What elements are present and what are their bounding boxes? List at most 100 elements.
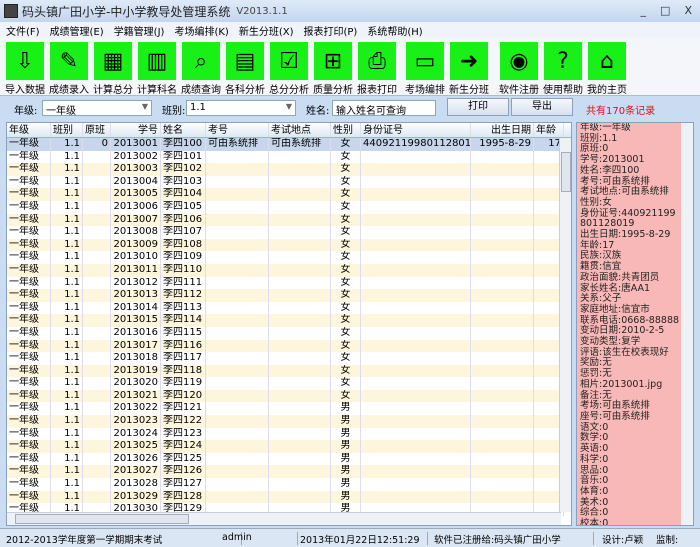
table-cell: 2013025: [111, 440, 161, 453]
toolbar-button[interactable]: ⇩ 导入数据: [5, 42, 45, 96]
table-row[interactable]: 一年级 1.1 2013015 李四114 女: [7, 314, 571, 327]
class-select[interactable]: 1.1 ▼: [186, 100, 296, 116]
column-header[interactable]: 考号: [206, 123, 269, 137]
toolbar-button[interactable]: ➜ 新生分班: [449, 42, 489, 96]
toolbar-button[interactable]: ▤ 各科分析: [225, 42, 265, 96]
table-row[interactable]: 一年级 1.1 2013006 李四105 女: [7, 200, 571, 214]
column-header[interactable]: 身份证号: [361, 123, 471, 137]
grade-select[interactable]: 一年级 ▼: [42, 100, 152, 117]
table-row[interactable]: 一年级 1.1 2013008 李四107 女: [7, 226, 571, 239]
table-cell: 2013024: [111, 427, 161, 441]
toolbar-button[interactable]: ? 使用帮助: [543, 42, 583, 96]
toolbar-button[interactable]: ◉ 软件注册: [499, 42, 539, 96]
table-cell: 女: [331, 301, 361, 315]
table-row[interactable]: 一年级 1.1 2013007 李四106 女: [7, 213, 571, 227]
column-header[interactable]: 学号: [111, 123, 161, 137]
table-row[interactable]: 一年级 1.1 2013023 李四122 男: [7, 415, 571, 428]
table-cell: 一年级: [7, 263, 51, 277]
name-search-input[interactable]: 输入姓名可查询: [332, 100, 436, 117]
toolbar-button[interactable]: ▥ 计算科名: [137, 42, 177, 96]
menu-item[interactable]: 新生分班(X): [239, 23, 294, 38]
table-row[interactable]: 一年级 1.1 2013027 李四126 男: [7, 465, 571, 479]
table-row[interactable]: 一年级 1.1 2013019 李四118 女: [7, 364, 571, 378]
column-header[interactable]: 性别: [331, 123, 361, 137]
table-cell: [269, 478, 331, 491]
menu-item[interactable]: 考场编排(K): [174, 23, 228, 38]
table-cell: 0: [83, 138, 111, 151]
class-value: 1.1: [190, 102, 206, 113]
menu-item[interactable]: 学籍管理(J): [114, 23, 165, 38]
table-cell: [206, 276, 269, 290]
toolbar-button[interactable]: ⊞ 质量分析: [313, 42, 353, 96]
table-cell: [206, 163, 269, 176]
table-row[interactable]: 一年级 1.1 2013021 李四120 女: [7, 389, 571, 403]
close-button[interactable]: X: [684, 4, 692, 17]
table-row[interactable]: 一年级 1.1 2013018 李四117 女: [7, 352, 571, 365]
table-row[interactable]: 一年级 1.1 2013003 李四102 女: [7, 163, 571, 176]
toolbar-button-label: 报表打印: [357, 85, 397, 96]
print-button[interactable]: 打印: [447, 98, 509, 116]
table-row[interactable]: 一年级 1.1 2013028 李四127 男: [7, 478, 571, 491]
scroll-thumb[interactable]: [561, 152, 571, 192]
table-row[interactable]: 一年级 1.1 2013026 李四125 男: [7, 452, 571, 466]
table-cell: [361, 415, 471, 428]
menu-item[interactable]: 成绩管理(E): [50, 23, 104, 38]
table-row[interactable]: 一年级 1.1 2013012 李四111 女: [7, 276, 571, 290]
toolbar-button[interactable]: ☑ 总分分析: [269, 42, 309, 96]
column-header[interactable]: 原班: [83, 123, 111, 137]
toolbar-button[interactable]: ⌕ 成绩查询: [181, 42, 221, 96]
table-row[interactable]: 一年级 1.1 2013009 李四108 女: [7, 238, 571, 252]
table-cell: 一年级: [7, 301, 51, 315]
table-cell: [83, 440, 111, 453]
table-cell: 女: [331, 389, 361, 403]
minimize-button[interactable]: _: [641, 4, 647, 17]
table-row[interactable]: 一年级 1.1 2013002 李四101 女: [7, 150, 571, 164]
toolbar-button[interactable]: ▦ 计算总分: [93, 42, 133, 96]
table-cell: 女: [331, 364, 361, 378]
table-row[interactable]: 一年级 1.1 2013016 李四115 女: [7, 326, 571, 340]
table-row[interactable]: 一年级 1.1 2013025 李四124 男: [7, 440, 571, 453]
table-cell: [83, 415, 111, 428]
table-row[interactable]: 一年级 1.1 2013010 李四109 女: [7, 251, 571, 264]
table-cell: 女: [331, 175, 361, 189]
table-row[interactable]: 一年级 1.1 2013004 李四103 女: [7, 175, 571, 189]
column-header[interactable]: 年级: [7, 123, 51, 137]
column-header[interactable]: 出生日期: [471, 123, 534, 137]
toolbar-button[interactable]: ⎙ 报表打印: [357, 42, 397, 96]
toolbar-button[interactable]: ▭ 考场编排: [405, 42, 445, 96]
menu-item[interactable]: 报表打印(P): [303, 23, 357, 38]
vertical-scrollbar[interactable]: [681, 123, 693, 525]
menu-item[interactable]: 文件(F): [6, 23, 40, 38]
table-cell: 2013022: [111, 402, 161, 416]
table-cell: [471, 339, 534, 353]
table-cell: 李四102: [161, 163, 206, 176]
table-row[interactable]: 一年级 1.1 2013005 李四104 女: [7, 188, 571, 201]
table-cell: [269, 465, 331, 479]
table-row[interactable]: 一年级 1.1 2013022 李四121 男: [7, 402, 571, 416]
table-row[interactable]: 一年级 1.1 0 2013001 李四100 可由系统排 可由系统排女 4409211998…: [7, 138, 571, 151]
table-cell: 2013006: [111, 200, 161, 214]
table-row[interactable]: 一年级 1.1 2013013 李四112 女: [7, 289, 571, 302]
toolbar-button[interactable]: ⌂ 我的主页: [587, 42, 627, 96]
table-cell: 2013007: [111, 213, 161, 227]
table-row[interactable]: 一年级 1.1 2013029 李四128 男: [7, 490, 571, 504]
table-row[interactable]: 一年级 1.1 2013020 李四119 女: [7, 377, 571, 390]
column-header[interactable]: 考试地点: [269, 123, 331, 137]
vertical-scrollbar[interactable]: [559, 138, 571, 512]
column-header[interactable]: 年龄: [534, 123, 564, 137]
menu-item[interactable]: 系统帮助(H): [367, 23, 422, 38]
table-row[interactable]: 一年级 1.1 2013024 李四123 男: [7, 427, 571, 441]
horizontal-scrollbar[interactable]: [7, 512, 561, 525]
table-row[interactable]: 一年级 1.1 2013017 李四116 女: [7, 339, 571, 353]
table-row[interactable]: 一年级 1.1 2013014 李四113 女: [7, 301, 571, 315]
table-cell: 1.1: [51, 478, 83, 491]
status-datetime: 2013年01月22日12:51:29: [300, 532, 428, 546]
maximize-button[interactable]: □: [660, 4, 670, 17]
table-row[interactable]: 一年级 1.1 2013011 李四110 女: [7, 263, 571, 277]
table-cell: [361, 326, 471, 340]
toolbar-button[interactable]: ✎ 成绩录入: [49, 42, 89, 96]
column-header[interactable]: 班别: [51, 123, 83, 137]
export-button[interactable]: 导出: [511, 98, 573, 116]
scroll-thumb[interactable]: [15, 514, 189, 524]
column-header[interactable]: 姓名: [161, 123, 206, 137]
